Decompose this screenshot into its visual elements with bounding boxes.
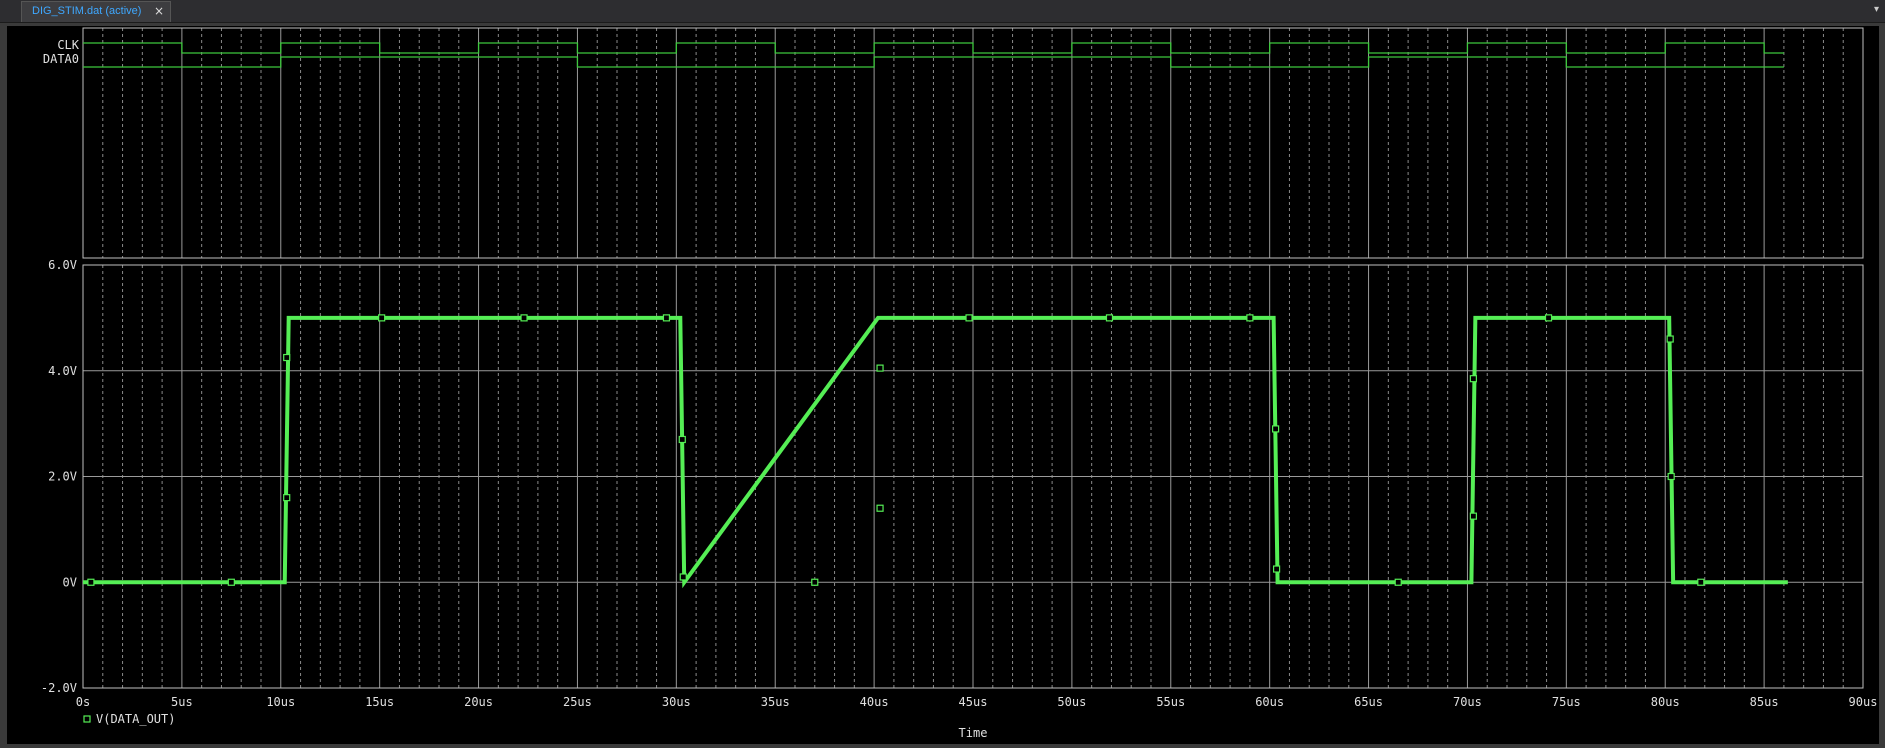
y-tick-label: 4.0V <box>48 364 77 378</box>
x-tick-label: 60us <box>1255 695 1284 709</box>
x-tick-label: 85us <box>1750 695 1779 709</box>
x-tick-label: 30us <box>662 695 691 709</box>
x-tick-label: 65us <box>1354 695 1383 709</box>
data-point-marker <box>965 314 973 322</box>
data-point-marker <box>1544 314 1553 322</box>
legend-label: V(DATA_OUT) <box>96 712 175 726</box>
data-point-marker <box>227 578 235 586</box>
data-point-marker <box>1667 472 1675 481</box>
x-tick-label: 75us <box>1552 695 1581 709</box>
x-tick-label: 15us <box>365 695 394 709</box>
data-point-marker <box>876 504 884 512</box>
x-tick-label: 0s <box>76 695 90 709</box>
x-axis-label: Time <box>959 726 988 740</box>
data-point-marker <box>87 578 95 586</box>
tab-dig-stim[interactable]: DIG_STIM.dat (active) × <box>21 1 171 22</box>
data-point-marker <box>283 494 291 502</box>
data-point-marker <box>1394 578 1402 586</box>
analog-trace-data-out <box>83 315 1788 589</box>
data-point-marker <box>520 314 528 322</box>
digital-signal-label: CLK <box>57 38 79 52</box>
x-tick-label: 70us <box>1453 695 1482 709</box>
x-tick-label: 50us <box>1057 695 1086 709</box>
data-point-marker <box>811 578 819 586</box>
y-tick-label: -2.0V <box>41 681 77 695</box>
data-point-marker <box>679 573 687 581</box>
x-tick-label: 45us <box>959 695 988 709</box>
grid-lines <box>83 28 1863 688</box>
x-tick-label: 35us <box>761 695 790 709</box>
document-tab-bar: DIG_STIM.dat (active) × ▾ <box>0 0 1885 23</box>
data-point-marker <box>678 435 686 444</box>
data-point-marker <box>1469 375 1477 383</box>
legend-marker <box>83 715 91 723</box>
waveform-plot[interactable]: CLKDATA0 6.0V 4.0V 2.0V 0V -2.0V0s 5us 10us 15us… <box>7 26 1879 744</box>
x-tick-label: 80us <box>1651 695 1680 709</box>
chevron-down-icon[interactable]: ▾ <box>1874 4 1879 15</box>
x-tick-label: 40us <box>860 695 889 709</box>
x-tick-label: 25us <box>563 695 592 709</box>
digital-signal-label: DATA0 <box>43 52 79 66</box>
y-tick-label: 2.0V <box>48 470 77 484</box>
tab-title: DIG_STIM.dat (active) <box>32 5 142 17</box>
data-point-marker <box>1246 314 1254 322</box>
data-point-marker <box>876 364 884 372</box>
data-point-marker <box>1666 335 1674 343</box>
data-point-marker <box>378 314 386 322</box>
data-point-marker <box>662 314 671 322</box>
data-point-marker <box>1105 314 1114 322</box>
data-point-marker <box>1272 565 1281 573</box>
x-tick-label: 10us <box>266 695 295 709</box>
data-point-marker <box>1469 512 1477 520</box>
probe-plot-window[interactable]: CLK DATA0 6.0V 4.0V 2.0V 0V -2.0V 0s 5us 10us 15us… <box>7 26 1879 744</box>
x-tick-label: 90us <box>1849 695 1878 709</box>
y-tick-label: 0V <box>63 575 77 589</box>
x-tick-label: 5us <box>171 695 193 709</box>
x-tick-label: 55us <box>1156 695 1185 709</box>
data-point-marker <box>283 353 291 362</box>
x-tick-label: 20us <box>464 695 493 709</box>
close-icon[interactable]: × <box>154 4 164 18</box>
data-point-marker <box>1271 425 1280 433</box>
data-point-marker <box>1697 578 1705 586</box>
y-tick-label: 6.0V <box>48 258 77 272</box>
